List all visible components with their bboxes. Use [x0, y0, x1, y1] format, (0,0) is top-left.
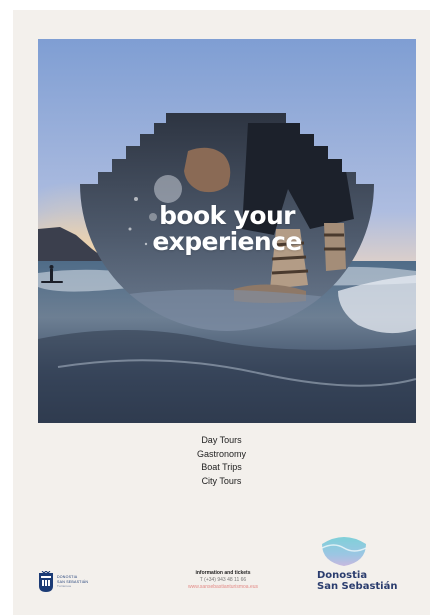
service-gastronomy: Gastronomy: [196, 448, 247, 459]
poster: book your experience Day Tours Gastronom…: [13, 10, 430, 615]
brand-line-2: San Sebastián: [317, 581, 398, 592]
brand-name: Donostia San Sebastián: [317, 570, 417, 592]
info-title: information and tickets: [195, 570, 251, 576]
seal-text: DONOSTIA SAN SEBASTIÁN Turismoa: [57, 575, 88, 588]
info-website[interactable]: www.sansebastianturismoa.eus: [163, 584, 283, 591]
seal-line-3: Turismoa: [57, 584, 71, 589]
service-day-tours: Day Tours: [201, 435, 242, 445]
city-seal-block: DONOSTIA SAN SEBASTIÁN Turismoa: [38, 571, 88, 593]
headline-line-2: experience: [152, 227, 302, 256]
city-seal-icon: [39, 571, 53, 592]
info-block: information and tickets T (+34) 943 48 1…: [163, 570, 283, 591]
services-list: Day Tours Gastronomy Boat Trips City Tou…: [13, 434, 430, 488]
brand-line-1: Donostia: [317, 570, 368, 581]
info-phone: T (+34) 943 48 11 66: [199, 577, 247, 583]
brand-wave-logo-icon: [321, 537, 367, 566]
brand-logo: Donostia San Sebastián: [317, 532, 417, 592]
service-city-tours: City Tours: [201, 475, 242, 486]
headline: book your experience: [38, 203, 416, 255]
headline-line-1: book your: [159, 201, 295, 230]
hero-photo: book your experience: [38, 39, 416, 423]
service-boat-trips: Boat Trips: [201, 462, 242, 472]
